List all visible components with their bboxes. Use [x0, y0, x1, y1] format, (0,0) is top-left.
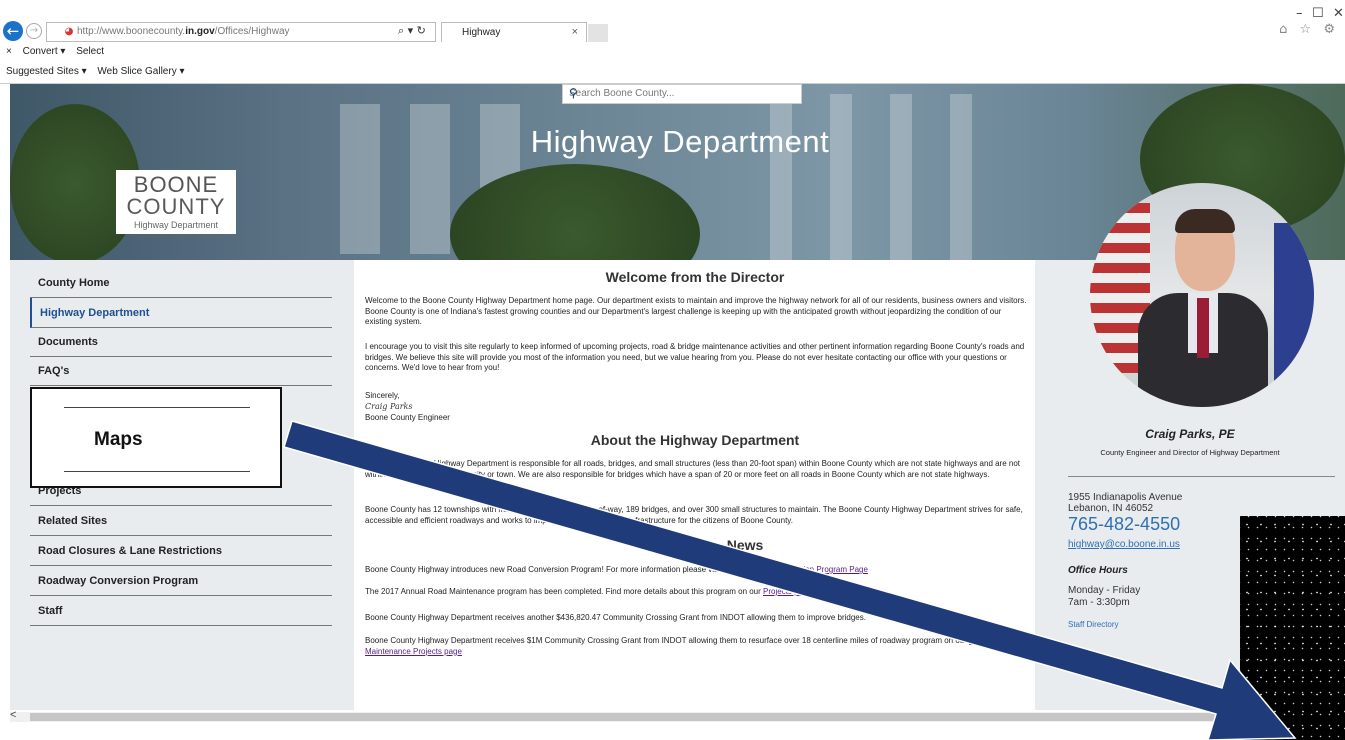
suggested-sites-link[interactable]: Suggested Sites ▾ [6, 66, 87, 77]
web-slice-gallery-link[interactable]: Web Slice Gallery ▾ [97, 66, 184, 77]
news-item-3: Boone County Highway Department receives… [365, 613, 866, 622]
about-paragraph-1: The Boone County Highway Department is r… [365, 459, 1021, 479]
callout-rule-bottom [64, 471, 250, 472]
address-line-1: 1955 Indianapolis Avenue [1068, 492, 1183, 503]
signer-title: Boone County Engineer [365, 413, 450, 422]
projects-page-link[interactable]: Projects page [763, 587, 812, 596]
new-tab-button[interactable] [588, 24, 608, 42]
nav-county-home[interactable]: County Home [30, 268, 332, 298]
office-hours-days: Monday - Friday [1068, 585, 1141, 596]
office-hours-heading: Office Hours [1068, 565, 1128, 576]
director-name: Craig Parks, PE [1145, 427, 1235, 441]
tab-highway[interactable]: Highway × [441, 22, 587, 42]
search-icon[interactable]: ⚲ [569, 86, 793, 100]
address-bar[interactable]: http://www.boonecounty.in.gov/Offices/Hi… [46, 22, 436, 42]
about-heading: About the Highway Department [590, 432, 800, 448]
roadway-conversion-link[interactable]: Roadway Conversion Program Page [738, 565, 868, 574]
welcome-paragraph: Welcome to the Boone County Highway Depa… [365, 296, 1027, 326]
director-signature: Craig Parks [365, 402, 413, 411]
close-bar-icon[interactable]: × [6, 46, 12, 57]
encourage-paragraph: I encourage you to visit this site regul… [365, 342, 1025, 372]
news-2-text: The 2017 Annual Road Maintenance program… [365, 587, 764, 596]
maps-callout: Maps [30, 387, 282, 488]
select-button[interactable]: Select [76, 46, 104, 57]
nav-faqs[interactable]: FAQ's [30, 356, 332, 386]
news-item-2: The 2017 Annual Road Maintenance program… [365, 587, 1027, 598]
phone-number[interactable]: 765-482-4550 [1068, 514, 1180, 535]
news-4-text: Boone County Highway Department receives… [365, 636, 970, 645]
building-column [890, 94, 912, 260]
minimize-button[interactable]: – [1296, 6, 1303, 21]
home-favorites-settings-icons[interactable]: ⌂ ☆ ⚙ [1279, 22, 1339, 37]
address-search-icon[interactable]: ⌕ ▾ ↻ [398, 24, 426, 38]
tab-close-icon[interactable]: × [572, 23, 578, 42]
logo-line-2: COUNTY [126, 194, 226, 219]
email-link[interactable]: highway@co.boone.in.us [1068, 539, 1180, 550]
news-item-4: Boone County Highway Department receives… [365, 636, 1027, 657]
staff-directory-link[interactable]: Staff Directory [1068, 620, 1119, 629]
callout-rule-top [64, 407, 250, 408]
building-window [340, 104, 380, 254]
horizontal-scrollbar[interactable]: < [10, 709, 1240, 722]
tab-title: Highway [462, 27, 501, 38]
director-title: County Engineer and Director of Highway … [1100, 448, 1280, 457]
director-photo [1090, 183, 1314, 407]
portrait-hair [1175, 209, 1235, 233]
main-content: Welcome from the Director Welcome to the… [355, 260, 1035, 710]
favorites-bar: Suggested Sites ▾ Web Slice Gallery ▾ [6, 66, 193, 77]
news-1-text: Boone County Highway introduces new Road… [365, 565, 739, 574]
nav-documents[interactable]: Documents [30, 327, 332, 357]
news-heading: News [726, 537, 764, 553]
browser-window: ← → http://www.boonecounty.in.gov/Office… [0, 0, 1345, 740]
building-column [950, 94, 972, 260]
url-path: /Offices/Highway [214, 26, 290, 37]
welcome-heading: Welcome from the Director [605, 269, 785, 285]
divider [1068, 476, 1335, 477]
browser-toolbar: ← → http://www.boonecounty.in.gov/Office… [0, 0, 1345, 84]
boone-county-logo[interactable]: BOONE COUNTY Highway Department [116, 170, 236, 234]
building-window [410, 104, 450, 254]
nav-road-closures[interactable]: Road Closures & Lane Restrictions [30, 536, 332, 566]
close-window-button[interactable]: ✕ [1333, 6, 1344, 21]
url-prefix: http://www.boonecounty. [77, 26, 186, 37]
nav-highway-department[interactable]: Highway Department [30, 298, 332, 328]
nav-related-sites[interactable]: Related Sites [30, 506, 332, 536]
nav-roadway-conversion[interactable]: Roadway Conversion Program [30, 566, 332, 596]
indiana-flag-image [1274, 223, 1314, 383]
office-hours-time: 7am - 3:30pm [1068, 597, 1130, 608]
portrait-tie [1197, 298, 1209, 358]
address-line-2: Lebanon, IN 46052 [1068, 503, 1154, 514]
command-bar: × Convert ▾ Select [6, 46, 112, 57]
nav-staff[interactable]: Staff [30, 596, 332, 626]
maximize-button[interactable]: ☐ [1312, 6, 1324, 21]
convert-button[interactable]: Convert ▾ [23, 46, 66, 57]
building-column [770, 94, 792, 260]
forward-button[interactable]: → [26, 23, 42, 39]
url-domain: in.gov [185, 26, 215, 37]
maps-label: Maps [94, 429, 143, 450]
building-column [830, 94, 852, 260]
site-search-input[interactable]: Search Boone County... ⚲ [562, 84, 802, 104]
logo-line-3: Highway Department [133, 220, 219, 230]
site-favicon-icon: ◕ [64, 26, 74, 37]
starfield-image [1240, 516, 1345, 740]
sincerely-text: Sincerely, [365, 391, 400, 400]
news-item-1: Boone County Highway introduces new Road… [365, 565, 1027, 576]
back-button[interactable]: ← [3, 21, 23, 41]
scrollbar-thumb[interactable] [30, 713, 1230, 721]
page-title: Highway Department [530, 124, 830, 159]
about-paragraph-2: Boone County has 12 townships with miles… [365, 505, 1023, 525]
scroll-left-arrow-icon[interactable]: < [10, 709, 16, 721]
